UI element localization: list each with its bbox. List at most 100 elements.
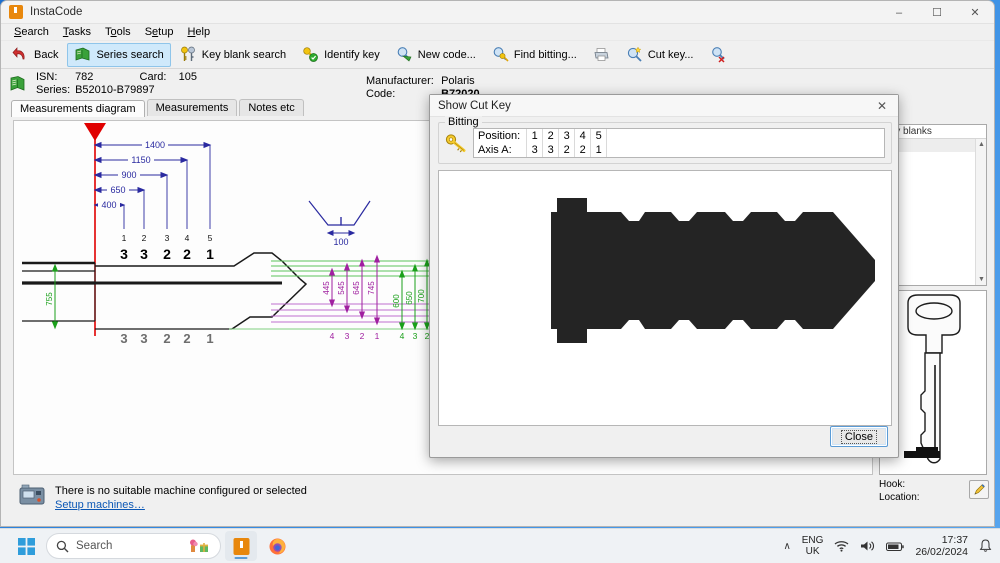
toolbar-back-button[interactable]: Back [5, 43, 65, 67]
position-number: 5 [208, 233, 213, 243]
card-label: Card: [139, 71, 167, 83]
window-title: InstaCode [30, 6, 83, 18]
key-blanks-scrollbar[interactable]: ▲ ▼ [975, 139, 986, 285]
show-cut-key-dialog: Show Cut Key ✕ Bitting Position: 1 2 3 4… [429, 94, 899, 458]
svg-text:700: 700 [417, 289, 426, 303]
card-value: 105 [178, 71, 197, 83]
scroll-down-arrow[interactable]: ▼ [976, 274, 986, 285]
battery-icon[interactable] [886, 541, 905, 552]
hook-location-info: Hook: Location: [879, 478, 989, 504]
bitting-position-cell: 1 [526, 129, 544, 143]
svg-text:650: 650 [110, 185, 125, 195]
tab-notes-etc[interactable]: Notes etc [239, 99, 304, 116]
toolbar-search-pin-button[interactable] [703, 43, 734, 67]
menu-item-tools[interactable]: Tools [98, 25, 138, 39]
window-controls: – ☐ ✕ [880, 1, 994, 24]
menu-item-search[interactable]: Search [7, 25, 56, 39]
cut-key-silhouette [551, 198, 875, 343]
minimize-button[interactable]: – [880, 1, 918, 24]
svg-text:650: 650 [405, 291, 414, 305]
bitting-axis-cell: 3 [526, 143, 544, 157]
svg-text:645: 645 [352, 281, 361, 295]
taskbar-firefox-button[interactable] [261, 531, 293, 561]
depth-digit-bottom: 1 [206, 331, 213, 346]
svg-text:445: 445 [322, 281, 331, 295]
bitting-position-cell: 4 [574, 129, 592, 143]
toolbar-new-code-button[interactable]: New code... [389, 43, 483, 67]
setup-machines-link[interactable]: Setup machines… [55, 498, 307, 512]
key-icon [445, 133, 467, 153]
svg-text:1: 1 [375, 331, 380, 341]
svg-text:400: 400 [101, 200, 116, 210]
tab-measurements-diagram[interactable]: Measurements diagram [11, 100, 145, 117]
series-label: Series: [36, 84, 71, 96]
svg-text:3: 3 [413, 331, 418, 341]
wifi-icon[interactable] [834, 540, 849, 552]
instacode-taskbar-icon [232, 537, 251, 556]
menu-item-setup[interactable]: Setup [138, 25, 181, 39]
position-number: 2 [142, 233, 147, 243]
toolbar-identify-key-button[interactable]: Identify key [295, 43, 387, 67]
bitting-axis-cell: 1 [590, 143, 608, 157]
bitting-table: Position: 1 2 3 4 5 Axis A: 3 3 2 2 1 [473, 128, 885, 158]
start-button[interactable] [10, 531, 42, 561]
windows-taskbar: Search ∧ ENG UK 17:37 26/02/2024 [0, 528, 1000, 563]
toolbar-cut-key-button[interactable]: Cut key... [619, 43, 701, 67]
taskbar-items: Search [10, 531, 293, 561]
depth-digit-top: 3 [120, 246, 128, 262]
dialog-button-row: Close [829, 426, 888, 447]
bitting-position-cell: 5 [590, 129, 608, 143]
taskbar-search-box[interactable]: Search [46, 533, 221, 559]
edit-hook-location-button[interactable] [969, 480, 989, 499]
tray-language-indicator[interactable]: ENG UK [802, 535, 824, 557]
svg-text:745: 745 [367, 281, 376, 295]
dialog-close-button[interactable]: Close [829, 426, 888, 447]
maximize-button[interactable]: ☐ [918, 1, 956, 24]
toolbar-series-search-button[interactable]: Series search [67, 42, 171, 67]
books-icon [74, 46, 91, 63]
pencil-icon [973, 483, 986, 496]
dialog-close-icon[interactable]: ✕ [868, 96, 896, 116]
system-tray: ∧ ENG UK 17:37 26/02/2024 [783, 534, 992, 558]
position-number: 1 [122, 233, 127, 243]
depth-digit-top: 2 [183, 246, 191, 262]
taskbar-instacode-button[interactable] [225, 531, 257, 561]
tray-language-line1: ENG [801, 535, 824, 546]
widgets-icon[interactable] [189, 538, 211, 554]
menu-item-help[interactable]: Help [180, 25, 217, 39]
tray-chevron-icon[interactable]: ∧ [783, 541, 790, 552]
volume-icon[interactable] [860, 540, 875, 552]
bitting-group-legend: Bitting [445, 116, 482, 128]
menu-bar: Search Tasks Tools Setup Help [1, 24, 994, 41]
cut-key-preview [438, 170, 892, 426]
depth-digit-top: 1 [206, 246, 214, 262]
back-arrow-icon [12, 46, 29, 63]
isn-label: ISN: [36, 71, 58, 83]
instacode-icon [9, 5, 23, 19]
key-check-icon [302, 46, 319, 63]
tab-measurements[interactable]: Measurements [146, 99, 238, 116]
scroll-up-arrow[interactable]: ▲ [976, 139, 986, 150]
svg-text:1150: 1150 [131, 155, 150, 165]
svg-text:1400: 1400 [145, 140, 165, 150]
magnifier-new-icon [396, 46, 413, 63]
groove-width-label: 100 [333, 237, 348, 247]
toolbar-print-button[interactable] [586, 43, 617, 67]
tray-clock[interactable]: 17:37 26/02/2024 [915, 534, 968, 558]
toolbar-key-blank-search-button[interactable]: Key blank search [173, 43, 293, 67]
bitting-group: Bitting Position: 1 2 3 4 5 Axis A: 3 3 … [438, 116, 892, 164]
tray-language-line2: UK [805, 546, 820, 557]
menu-item-tasks[interactable]: Tasks [56, 25, 98, 39]
machine-status-bar: There is no suitable machine configured … [13, 478, 873, 523]
toolbar-find-bitting-button[interactable]: Find bitting... [485, 43, 584, 67]
toolbar-back-label: Back [34, 48, 59, 61]
printer-icon [593, 46, 610, 63]
position-number: 4 [185, 233, 190, 243]
svg-text:3: 3 [345, 331, 350, 341]
machine-status-message: There is no suitable machine configured … [55, 485, 307, 497]
main-toolbar: Back Series search Key blank search Iden… [1, 41, 994, 69]
bell-icon[interactable] [979, 539, 992, 553]
dialog-titlebar: Show Cut Key ✕ [430, 95, 898, 117]
instacode-window: InstaCode – ☐ ✕ Search Tasks Tools Setup… [0, 0, 995, 527]
close-button[interactable]: ✕ [956, 1, 994, 24]
